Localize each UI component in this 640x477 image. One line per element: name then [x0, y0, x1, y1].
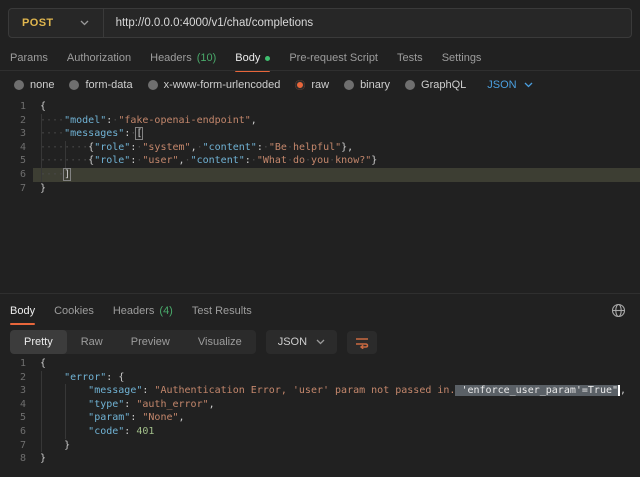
- line-number: 5: [0, 411, 40, 425]
- radio-icon: [344, 80, 354, 90]
- postman-window: POST http://0.0.0.0:4000/v1/chat/complet…: [0, 0, 640, 477]
- code-line[interactable]: 3····"messages":·[: [0, 127, 640, 141]
- tab-response-body[interactable]: Body: [10, 305, 35, 325]
- line-number: 8: [0, 452, 40, 466]
- line-number: 2: [0, 114, 40, 128]
- indent-guide: [41, 114, 42, 182]
- request-body-editor[interactable]: 1{2····"model":·"fake-openai-endpoint",3…: [0, 100, 640, 196]
- method-label: POST: [22, 17, 54, 29]
- radio-binary[interactable]: binary: [344, 79, 390, 91]
- radio-none[interactable]: none: [14, 79, 54, 91]
- line-number: 3: [0, 127, 40, 141]
- indent-guide: [65, 141, 66, 168]
- indent-guide: [65, 384, 66, 438]
- code-line[interactable]: 1{: [0, 357, 640, 371]
- response-language-select[interactable]: JSON: [266, 330, 337, 354]
- code-line[interactable]: 2 "error": {: [0, 371, 640, 385]
- code-line[interactable]: 7}: [0, 182, 640, 196]
- tab-body[interactable]: Body: [235, 52, 270, 72]
- body-type-row: none form-data x-www-form-urlencoded raw…: [14, 79, 533, 91]
- tab-tests[interactable]: Tests: [397, 52, 423, 72]
- word-wrap-icon: [354, 336, 370, 349]
- divider: [0, 70, 640, 71]
- code-line[interactable]: 1{: [0, 100, 640, 114]
- radio-icon: [405, 80, 415, 90]
- radio-x-www-form-urlencoded[interactable]: x-www-form-urlencoded: [148, 79, 281, 91]
- wrap-lines-button[interactable]: [347, 331, 377, 354]
- radio-raw[interactable]: raw: [295, 79, 329, 91]
- request-url-bar: POST http://0.0.0.0:4000/v1/chat/complet…: [8, 8, 632, 38]
- line-number: 2: [0, 371, 40, 385]
- code-line[interactable]: 8}: [0, 452, 640, 466]
- body-modified-dot: [265, 56, 270, 61]
- radio-icon: [14, 80, 24, 90]
- radio-icon-selected: [295, 80, 305, 90]
- tab-authorization[interactable]: Authorization: [67, 52, 131, 72]
- radio-icon: [148, 80, 158, 90]
- code-line[interactable]: 3 "message": "Authentication Error, 'use…: [0, 384, 640, 398]
- view-raw[interactable]: Raw: [67, 330, 117, 354]
- line-number: 7: [0, 182, 40, 196]
- chevron-down-icon: [524, 82, 533, 88]
- chevron-down-icon: [80, 20, 89, 26]
- radio-icon: [69, 80, 79, 90]
- raw-language-select[interactable]: JSON: [487, 79, 532, 91]
- line-number: 4: [0, 398, 40, 412]
- tab-cookies[interactable]: Cookies: [54, 305, 94, 325]
- code-line[interactable]: 6 "code": 401: [0, 425, 640, 439]
- line-number: 7: [0, 439, 40, 453]
- indent-guide: [41, 371, 42, 453]
- tab-params[interactable]: Params: [10, 52, 48, 72]
- request-tabs: Params Authorization Headers(10) Body Pr…: [10, 52, 481, 72]
- code-line[interactable]: 2····"model":·"fake-openai-endpoint",: [0, 114, 640, 128]
- response-tabs: Body Cookies Headers(4) Test Results: [10, 305, 252, 325]
- line-number: 3: [0, 384, 40, 398]
- method-selector[interactable]: POST: [9, 17, 103, 29]
- line-number: 4: [0, 141, 40, 155]
- code-line[interactable]: 5········{"role":·"user",·"content":·"Wh…: [0, 154, 640, 168]
- view-switcher: Pretty Raw Preview Visualize: [10, 330, 256, 354]
- view-pretty[interactable]: Pretty: [10, 330, 67, 354]
- response-body-editor[interactable]: 1{2 "error": {3 "message": "Authenticati…: [0, 357, 640, 467]
- tab-pre-request-script[interactable]: Pre-request Script: [289, 52, 378, 72]
- line-number: 5: [0, 154, 40, 168]
- tab-test-results[interactable]: Test Results: [192, 305, 252, 325]
- url-input[interactable]: http://0.0.0.0:4000/v1/chat/completions: [104, 17, 314, 29]
- code-line[interactable]: 7 }: [0, 439, 640, 453]
- response-headers-count: (4): [159, 305, 172, 317]
- tab-response-headers[interactable]: Headers(4): [113, 305, 173, 325]
- code-line[interactable]: 5 "param": "None",: [0, 411, 640, 425]
- globe-icon[interactable]: [611, 303, 626, 323]
- view-visualize[interactable]: Visualize: [184, 330, 256, 354]
- code-line[interactable]: 4········{"role":·"system",·"content":·"…: [0, 141, 640, 155]
- chevron-down-icon: [316, 339, 325, 345]
- line-number: 6: [0, 425, 40, 439]
- section-divider: [0, 293, 640, 294]
- radio-graphql[interactable]: GraphQL: [405, 79, 466, 91]
- headers-count: (10): [197, 52, 217, 64]
- line-number: 1: [0, 100, 40, 114]
- tab-headers[interactable]: Headers(10): [150, 52, 216, 72]
- view-preview[interactable]: Preview: [117, 330, 184, 354]
- line-number: 1: [0, 357, 40, 371]
- code-line[interactable]: 6····]: [0, 168, 640, 182]
- line-number: 6: [0, 168, 40, 182]
- code-line[interactable]: 4 "type": "auth_error",: [0, 398, 640, 412]
- tab-settings[interactable]: Settings: [442, 52, 482, 72]
- response-toolbar: Pretty Raw Preview Visualize JSON: [10, 330, 377, 354]
- radio-form-data[interactable]: form-data: [69, 79, 132, 91]
